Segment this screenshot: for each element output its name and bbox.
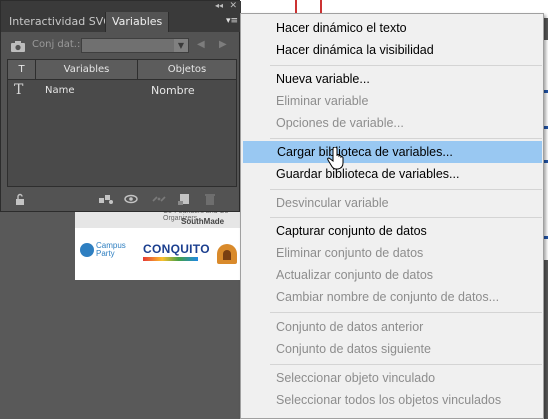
menu-item-delete-dataset[interactable]: Eliminar conjunto de datos [242, 242, 542, 264]
chevron-down-icon[interactable]: ▼ [174, 39, 188, 52]
make-visibility-dynamic-icon[interactable] [123, 192, 139, 206]
column-header-type[interactable]: T [8, 60, 36, 80]
mouse-pointer-icon [327, 147, 344, 170]
menu-item-next-dataset[interactable]: Conjunto de datos siguiente [242, 338, 542, 360]
make-object-dynamic-icon[interactable] [98, 192, 114, 206]
table-header: T Variables Objetos [8, 60, 236, 80]
menu-item-unbind-variable[interactable]: Desvincular variable [242, 192, 542, 214]
menu-item-make-visibility-dynamic[interactable]: Hacer dinámica la visibilidad [242, 39, 542, 61]
variables-table: T Variables Objetos T Name Nombre [7, 59, 237, 187]
conquito-logo-bar [143, 257, 198, 261]
campus-party-logo-mark [80, 243, 94, 257]
text-variable-icon: T [14, 82, 24, 98]
table-row[interactable]: T Name Nombre [8, 81, 236, 101]
menu-item-delete-variable[interactable]: Eliminar variable [242, 90, 542, 112]
lock-icon[interactable] [13, 192, 27, 206]
menu-separator [270, 364, 542, 365]
panel-menu-icon[interactable]: ▾≡ [225, 15, 239, 27]
conquito-logo-text: CONQUITO [143, 242, 210, 256]
variable-name: Name [45, 85, 75, 96]
partner-logo [215, 240, 239, 266]
artboard-header: Co-Founders and Co-Organizers SouthMade [75, 212, 245, 228]
menu-item-previous-dataset[interactable]: Conjunto de datos anterior [242, 316, 542, 338]
new-variable-icon[interactable] [177, 192, 191, 206]
menu-item-save-variable-library[interactable]: Guardar biblioteca de variables... [242, 163, 542, 185]
menu-item-rename-dataset[interactable]: Cambiar nombre de conjunto de datos... [242, 286, 542, 308]
column-header-objects[interactable]: Objetos [138, 60, 236, 80]
menu-item-new-variable[interactable]: Nueva variable... [242, 68, 542, 90]
variables-panel: ◂◂ ✕ Interactividad SVG Variables ▾≡ Con… [0, 0, 241, 212]
previous-dataset-icon[interactable]: ◀ [197, 39, 205, 50]
menu-separator [270, 189, 542, 190]
menu-item-make-text-dynamic[interactable]: Hacer dinámico el texto [242, 17, 542, 39]
menu-separator [270, 312, 542, 313]
menu-separator [270, 138, 542, 139]
dataset-label: Conj dat.: [32, 39, 81, 50]
dataset-row: Conj dat.: ▼ ◀ ▶ [1, 34, 241, 58]
menu-item-variable-options[interactable]: Opciones de variable... [242, 112, 542, 134]
panel-tab-row: Interactividad SVG Variables ▾≡ [1, 11, 241, 32]
column-header-variables[interactable]: Variables [36, 60, 138, 80]
collapse-panel-icon[interactable]: ◂◂ [215, 1, 223, 11]
tab-svg-interactivity[interactable]: Interactividad SVG [3, 12, 118, 32]
next-dataset-icon[interactable]: ▶ [219, 39, 227, 50]
menu-item-load-variable-library[interactable]: Cargar biblioteca de variables... [243, 141, 542, 163]
campus-party-logo-line2: Party [96, 249, 115, 258]
close-panel-icon[interactable]: ✕ [229, 1, 237, 11]
panel-footer [1, 189, 241, 211]
menu-separator [270, 217, 542, 218]
variable-object: Nombre [151, 84, 195, 97]
artboard-logo-strip: Co-Founders and Co-Organizers SouthMade … [75, 212, 245, 280]
panel-flyout-menu: Hacer dinámico el texto Hacer dinámica l… [240, 13, 544, 419]
menu-separator [270, 65, 542, 66]
delete-icon [205, 194, 215, 205]
artboard-header-text: SouthMade [181, 217, 225, 226]
panel-title-bar: ◂◂ ✕ [1, 1, 241, 11]
conquito-logo: CONQUITO [143, 242, 210, 261]
unbind-icon [152, 196, 166, 202]
menu-item-select-all-bound-objects[interactable]: Seleccionar todos los objetos vinculados [242, 389, 542, 411]
menu-item-select-bound-object[interactable]: Seleccionar objeto vinculado [242, 367, 542, 389]
capture-dataset-icon[interactable] [11, 41, 25, 52]
dataset-dropdown[interactable]: ▼ [81, 38, 189, 53]
campus-party-logo: Campus Party [80, 242, 126, 258]
menu-item-update-dataset[interactable]: Actualizar conjunto de datos [242, 264, 542, 286]
tab-variables[interactable]: Variables [105, 12, 170, 32]
menu-item-capture-dataset[interactable]: Capturar conjunto de datos [242, 220, 542, 242]
